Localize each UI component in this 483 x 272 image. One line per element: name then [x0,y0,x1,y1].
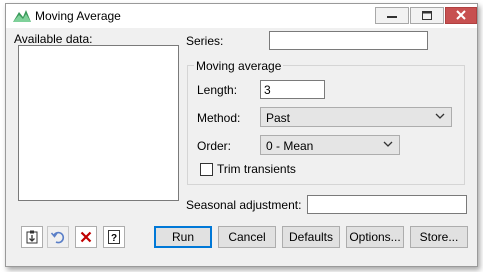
order-select[interactable]: 0 - Mean [260,135,400,155]
series-label: Series: [186,34,224,48]
window-title: Moving Average [35,9,121,23]
store-button[interactable]: Store... [410,226,468,248]
length-label: Length: [197,83,238,97]
clear-x-icon [80,231,92,243]
trim-transients-checkbox[interactable] [200,163,213,176]
clipboard-copy-icon [26,230,38,244]
clear-button[interactable] [75,226,97,248]
available-data-list[interactable] [18,45,179,201]
moving-average-dialog: Moving Average Available data: Series: M… [5,3,478,267]
copy-button[interactable] [21,226,43,248]
length-value: 3 [264,83,271,97]
defaults-button[interactable]: Defaults [282,226,340,248]
run-button[interactable]: Run [154,226,212,248]
available-data-label: Available data: [14,32,93,46]
chevron-down-icon [435,113,445,119]
method-label: Method: [197,111,241,125]
series-field[interactable] [269,31,428,50]
help-button[interactable]: ? [103,226,125,248]
order-label: Order: [197,139,232,153]
order-value: 0 - Mean [266,139,314,153]
maximize-button[interactable] [410,7,444,24]
close-button[interactable] [445,7,477,24]
undo-button[interactable] [47,226,69,248]
method-select[interactable]: Past [260,107,452,127]
minimize-icon [387,16,397,18]
length-field[interactable]: 3 [260,80,325,99]
close-icon [456,10,466,20]
moving-average-app-icon [13,10,31,22]
cancel-button[interactable]: Cancel [218,226,276,248]
svg-text:?: ? [111,233,117,244]
undo-icon [50,231,65,244]
chevron-down-icon [383,141,393,147]
moving-average-group-label: Moving average [194,59,284,73]
help-icon: ? [108,230,120,244]
minimize-button[interactable] [375,7,409,24]
maximize-icon [422,11,432,20]
trim-transients-label: Trim transients [217,162,296,176]
seasonal-adjustment-field[interactable] [307,195,467,214]
title-bar: Moving Average [6,4,477,28]
options-button[interactable]: Options... [346,226,404,248]
method-value: Past [266,111,291,125]
seasonal-adjustment-label: Seasonal adjustment: [186,198,302,212]
